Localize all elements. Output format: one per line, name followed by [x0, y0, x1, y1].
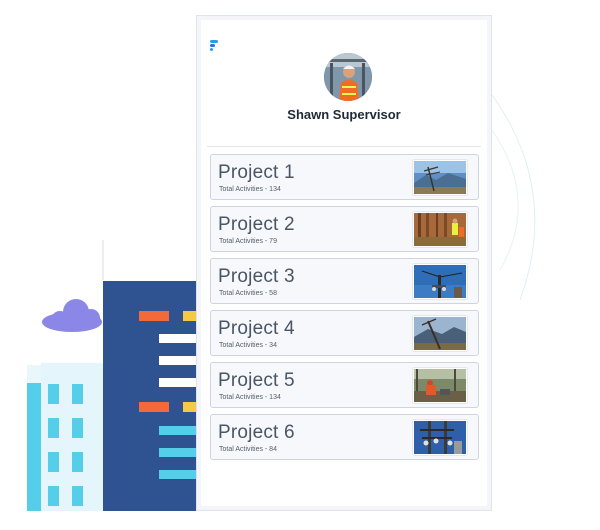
- project-activity-count: Total Activities - 34: [219, 342, 277, 349]
- project-activity-count: Total Activities - 134: [219, 186, 281, 193]
- project-title: Project 3: [218, 266, 295, 287]
- project-card[interactable]: Project 1 Total Activities - 134: [210, 154, 479, 200]
- project-title: Project 1: [218, 162, 295, 183]
- utility-pole-sky-photo-icon: [413, 264, 467, 299]
- pole-equipment-photo-icon: [413, 420, 467, 455]
- field-worker-photo-icon: [413, 368, 467, 403]
- project-title: Project 6: [218, 422, 295, 443]
- user-name: Shawn Supervisor: [287, 107, 401, 122]
- cloud-icon: [42, 299, 102, 332]
- dark-building: [103, 281, 197, 511]
- app-screen: Shawn Supervisor Project 1 Total Activit…: [201, 20, 487, 506]
- project-card[interactable]: Project 6 Total Activities - 84: [210, 414, 479, 460]
- project-title: Project 2: [218, 214, 295, 235]
- header-divider: [207, 146, 481, 147]
- light-building: [27, 363, 105, 511]
- project-card[interactable]: Project 3 Total Activities - 58: [210, 258, 479, 304]
- avatar-photo-icon: [324, 53, 372, 101]
- project-card[interactable]: Project 5 Total Activities - 134: [210, 362, 479, 408]
- project-activity-count: Total Activities - 84: [219, 446, 277, 453]
- phone-frame: Shawn Supervisor Project 1 Total Activit…: [196, 15, 492, 511]
- project-title: Project 5: [218, 370, 295, 391]
- project-activity-count: Total Activities - 79: [219, 238, 277, 245]
- project-title: Project 4: [218, 318, 295, 339]
- project-activity-count: Total Activities - 134: [219, 394, 281, 401]
- project-list: Project 1 Total Activities - 134 Project…: [210, 154, 479, 466]
- avatar[interactable]: [324, 53, 372, 101]
- power-line-mountain-photo-icon: [413, 160, 467, 195]
- leaning-pole-hills-photo-icon: [413, 316, 467, 351]
- project-card[interactable]: Project 4 Total Activities - 34: [210, 310, 479, 356]
- app-logo-icon: [210, 40, 218, 51]
- project-activity-count: Total Activities - 58: [219, 290, 277, 297]
- forest-workers-photo-icon: [413, 212, 467, 247]
- project-card[interactable]: Project 2 Total Activities - 79: [210, 206, 479, 252]
